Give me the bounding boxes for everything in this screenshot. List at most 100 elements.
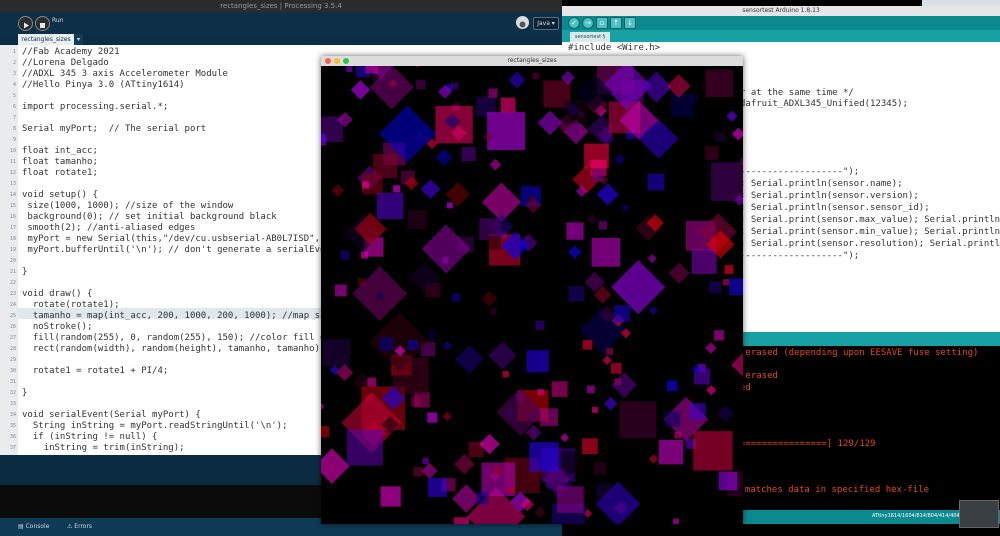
random-square <box>500 97 516 113</box>
code-line: rotate1 = rotate1 + PI/4; <box>22 366 169 376</box>
random-square <box>666 380 678 392</box>
save-icon: ↓ <box>627 19 633 27</box>
open-button[interactable]: ↑ <box>610 17 622 29</box>
random-square <box>613 153 626 166</box>
tab-rectangles-sizes[interactable]: rectangles_sizes <box>18 34 74 45</box>
zoom-icon[interactable] <box>343 58 349 64</box>
random-square <box>591 238 621 267</box>
random-square <box>360 251 368 259</box>
upload-button[interactable]: → <box>582 17 594 29</box>
play-icon <box>24 22 29 29</box>
random-square <box>726 110 738 122</box>
line-number: 37 <box>9 445 16 451</box>
tab-menu-button[interactable]: ▾ <box>74 34 83 45</box>
verify-button[interactable]: ✓ <box>568 17 580 29</box>
random-square <box>442 411 452 422</box>
arduino-code-line: -------------------"); <box>740 167 860 177</box>
code-line: Serial myPort; // The serial port <box>22 124 207 134</box>
random-square <box>560 433 570 443</box>
line-number: 6 <box>12 104 16 110</box>
include-line: #include <Wire.h> <box>568 43 661 53</box>
line-number: 2 <box>12 60 16 66</box>
random-square <box>490 307 497 315</box>
random-square <box>407 340 418 351</box>
save-button[interactable]: ↓ <box>624 17 636 29</box>
random-square <box>648 454 659 464</box>
line-number: 3 <box>12 71 16 77</box>
random-square <box>722 279 730 286</box>
random-square <box>350 80 371 100</box>
line-number: 10 <box>9 148 16 154</box>
line-number: 33 <box>9 401 16 407</box>
new-button[interactable]: ▫ <box>596 17 608 29</box>
random-square <box>476 491 489 505</box>
line-number: 19 <box>9 247 16 253</box>
console-tab[interactable]: ▤ Console <box>18 522 49 532</box>
debug-mode-icon[interactable] <box>516 16 529 29</box>
stop-button[interactable] <box>35 16 50 31</box>
random-square <box>526 350 549 373</box>
line-number: 8 <box>12 126 16 132</box>
code-line: float rotate1; <box>22 168 98 178</box>
random-square <box>586 213 598 225</box>
random-square <box>435 149 453 166</box>
random-square <box>647 173 665 191</box>
code-line: smooth(2); //anti-aliased edges <box>22 223 196 233</box>
random-square <box>691 249 717 274</box>
random-square <box>596 183 619 206</box>
random-square <box>367 377 377 387</box>
line-number: 13 <box>9 181 16 187</box>
random-square <box>582 340 593 350</box>
arduino-code-line: ; Serial.print(sensor.resolution); Seria… <box>740 239 1000 249</box>
screenshot-thumbnail[interactable] <box>959 500 999 528</box>
line-number: 25 <box>9 313 16 319</box>
random-square <box>421 224 471 274</box>
random-square <box>598 221 608 230</box>
random-square <box>413 467 423 477</box>
random-square <box>593 462 606 475</box>
random-square <box>461 147 476 162</box>
random-square <box>621 203 630 213</box>
random-square <box>321 426 330 438</box>
line-number: 34 <box>9 412 16 418</box>
mode-selector[interactable]: Java ▾ <box>533 17 559 30</box>
run-button[interactable] <box>18 16 33 31</box>
arduino-code-line: ; Serial.println(sensor.version); <box>740 191 919 201</box>
code-line: myPort.bufferUntil('\n'); // don't gener… <box>22 245 337 255</box>
line-number: 14 <box>9 192 16 198</box>
random-square <box>336 364 354 382</box>
console-line: erased (depending upon EESAVE fuse setti… <box>740 348 979 358</box>
line-number: 29 <box>9 357 16 363</box>
code-line: if (inString != null) { <box>22 432 158 442</box>
random-square <box>640 71 672 103</box>
arduino-code-line: ; Serial.println(sensor.sensor_id); <box>740 203 930 213</box>
random-square <box>704 146 719 160</box>
line-number-gutter: 1 2 3 4 5 6 7 8 9 10 11 12 13 14 15 16 17 18 19 20 21 22 23 24 2… <box>0 45 18 455</box>
arduino-code-line: dafruit_ADXL345_Unified(12345); <box>740 99 908 109</box>
close-icon[interactable] <box>325 58 331 64</box>
arduino-toolbar: ✓ → ▫ ↑ ↓ <box>562 16 1000 30</box>
random-square <box>331 184 345 197</box>
random-square <box>334 284 347 297</box>
line-number: 26 <box>9 324 16 330</box>
sketch-title-bar: rectangles_sizes <box>321 56 743 66</box>
tab-sensortest[interactable]: sensortest § <box>570 32 610 42</box>
line-number: 31 <box>9 379 16 385</box>
random-square <box>551 381 568 397</box>
random-square <box>729 278 743 296</box>
arduino-code-line: ; Serial.print(sensor.min_value); Serial… <box>740 227 1000 237</box>
minimize-icon[interactable] <box>334 58 340 64</box>
random-square <box>321 146 328 160</box>
random-square <box>647 254 657 264</box>
random-square <box>568 245 582 259</box>
random-square <box>545 468 566 489</box>
errors-tab-label: Errors <box>74 523 93 530</box>
random-square <box>361 181 370 189</box>
random-square <box>606 348 614 355</box>
errors-tab[interactable]: ⚠ Errors <box>67 522 92 532</box>
line-number: 21 <box>9 269 16 275</box>
line-number: 4 <box>12 82 16 88</box>
random-square <box>487 235 501 250</box>
random-square <box>566 222 584 240</box>
sketch-canvas[interactable] <box>321 66 743 524</box>
